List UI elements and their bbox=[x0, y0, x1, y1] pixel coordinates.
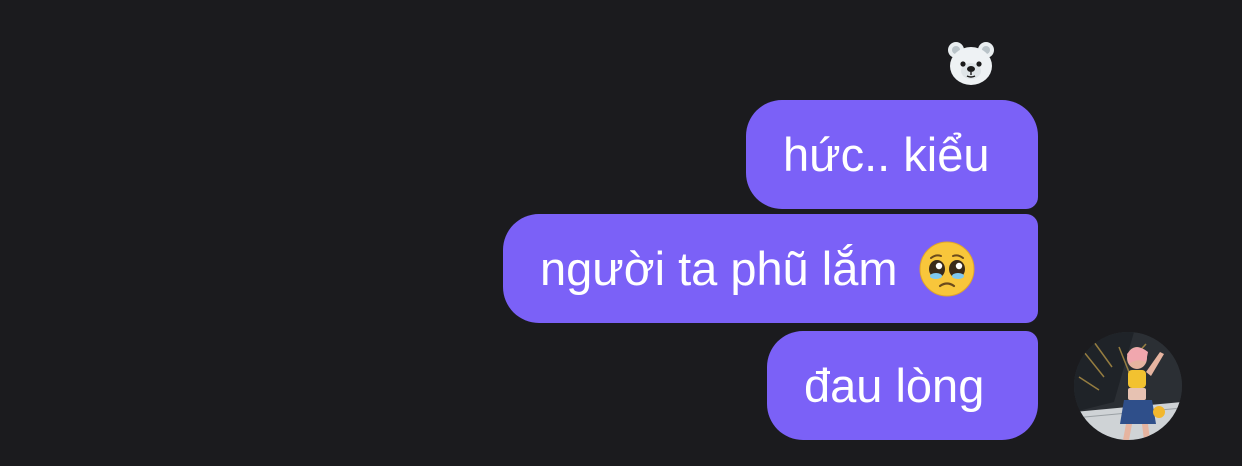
message-bubble[interactable]: người ta phũ lắm bbox=[503, 214, 1038, 323]
avatar[interactable] bbox=[1074, 332, 1182, 440]
message-bubble[interactable]: đau lòng bbox=[767, 331, 1038, 440]
polar-bear-icon[interactable] bbox=[946, 40, 996, 86]
message-bubble[interactable]: hức.. kiểu bbox=[746, 100, 1038, 209]
message-text: đau lòng bbox=[804, 359, 985, 412]
message-text: hức.. kiểu bbox=[783, 128, 990, 181]
message-text: người ta phũ lắm bbox=[540, 242, 898, 295]
pleading-face-icon bbox=[918, 240, 976, 298]
